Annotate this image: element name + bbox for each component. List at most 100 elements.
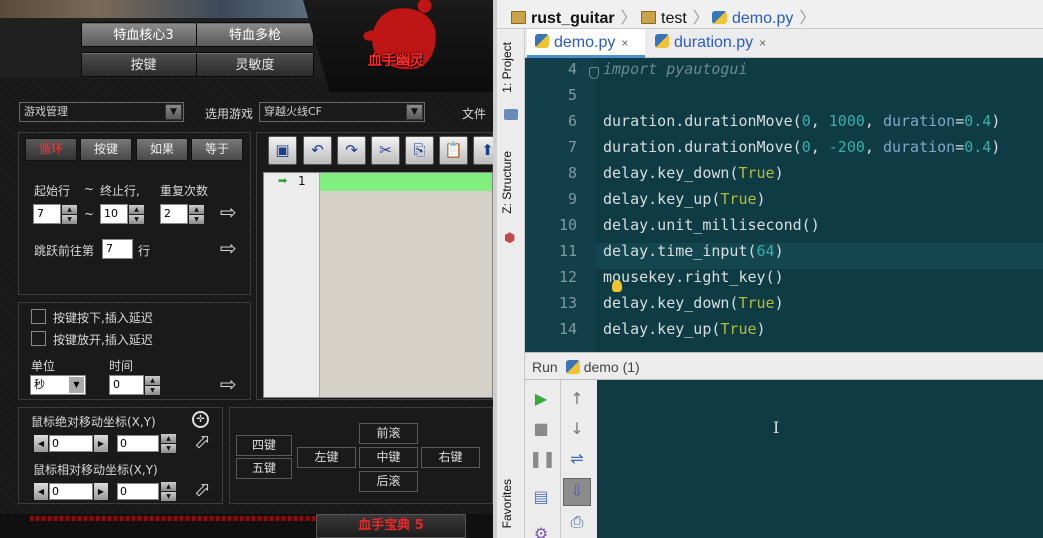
breadcrumb-folder[interactable]: test 〉 xyxy=(641,4,709,28)
pause-icon[interactable]: ❚❚ xyxy=(529,447,556,471)
code-line[interactable]: delay.unit_millisecond() xyxy=(603,216,820,234)
lightbulb-icon[interactable] xyxy=(612,280,622,292)
run-toolbar: ▶ ■ ❚❚ ▤ ⚙ ↑ ↓ ⇌ ⇩ ⎙ xyxy=(525,380,597,538)
rel-x-input[interactable]: 0 xyxy=(49,483,93,500)
unit-dropdown[interactable]: 秒 ▼ xyxy=(30,375,86,395)
code-line[interactable]: delay.key_down(True) xyxy=(603,294,784,312)
insert-rel-move-arrow-icon[interactable]: ⬀ xyxy=(194,479,211,499)
tab-if[interactable]: 如果 xyxy=(136,138,188,161)
code-token: delay.key_down( xyxy=(603,164,739,182)
structure-tool-tab[interactable]: Z: Structure xyxy=(500,151,514,214)
highlighted-line[interactable] xyxy=(320,173,492,191)
arrow-up-icon[interactable]: ↑ xyxy=(565,387,589,411)
footer-stripes xyxy=(30,516,320,521)
jump-line-input[interactable]: 7 xyxy=(102,239,133,259)
code-token: 0.4 xyxy=(964,112,992,130)
code-line[interactable]: duration.durationMove(0, 1000, duration=… xyxy=(603,112,1000,130)
tab-demo-py[interactable]: demo.py × xyxy=(527,29,645,58)
line-number: 11 xyxy=(558,242,577,260)
chevron-down-icon: ▼ xyxy=(406,104,423,120)
stop-icon[interactable]: ■ xyxy=(529,417,553,441)
game-manage-dropdown[interactable]: 游戏管理 ▼ xyxy=(19,102,184,122)
code-line[interactable]: delay.key_up(True) xyxy=(603,190,766,208)
favorites-tool-tab[interactable]: Favorites xyxy=(500,479,514,528)
select-game-dropdown[interactable]: 穿越火线CF ▼ xyxy=(259,102,425,122)
scroll-up-button[interactable]: 前滚 xyxy=(359,423,418,444)
insert-jump-arrow-icon[interactable]: ⇨ xyxy=(220,238,237,258)
soft-wrap-icon[interactable]: ⇌ xyxy=(565,447,589,471)
end-line-stepper[interactable]: ▲ ▼ xyxy=(129,204,144,224)
insert-delay-arrow-icon[interactable]: ⇨ xyxy=(220,374,237,394)
button-4[interactable]: 四键 xyxy=(236,435,292,456)
project-tool-tab[interactable]: 1: Project xyxy=(500,42,514,93)
middle-click-button[interactable]: 中键 xyxy=(359,447,418,468)
breadcrumb-file[interactable]: demo.py 〉 xyxy=(712,4,815,28)
button-5[interactable]: 五键 xyxy=(236,458,292,479)
rerun-icon[interactable]: ▶ xyxy=(529,387,553,411)
fold-marker-icon[interactable] xyxy=(589,67,599,79)
logo-text: 血手幽灵 xyxy=(368,53,424,69)
tab-duration-py[interactable]: duration.py × xyxy=(647,29,795,58)
abs-y-stepper[interactable]: ▲ ▼ xyxy=(161,433,176,453)
end-line-input[interactable]: 10 xyxy=(100,204,128,224)
arrow-down-icon[interactable]: ↓ xyxy=(565,417,589,441)
repeat-count-stepper[interactable]: ▲ ▼ xyxy=(189,204,204,224)
close-icon[interactable]: × xyxy=(759,36,766,50)
code-line[interactable]: delay.key_up(True) xyxy=(603,320,766,338)
code-token: ) xyxy=(774,242,784,260)
tab-loop[interactable]: 循环 xyxy=(25,138,77,161)
tab-equals[interactable]: 等于 xyxy=(191,138,243,161)
paste-icon[interactable]: 📋 xyxy=(439,136,468,165)
code-line[interactable]: mousekey.right_key() xyxy=(603,268,784,286)
print-icon[interactable]: ⎙ xyxy=(565,510,589,534)
start-line-stepper[interactable]: ▲ ▼ xyxy=(62,204,77,224)
dump-threads-icon[interactable]: ▤ xyxy=(529,485,553,509)
right-click-button[interactable]: 右键 xyxy=(421,447,480,468)
scroll-down-button[interactable]: 后滚 xyxy=(359,471,418,492)
tab-keys[interactable]: 按键 xyxy=(81,52,206,77)
start-line-input[interactable]: 7 xyxy=(33,204,61,224)
repeat-count-input[interactable]: 2 xyxy=(160,204,188,224)
code-line[interactable]: delay.time_input(64) xyxy=(603,242,784,260)
file-menu[interactable]: 文件 xyxy=(462,105,486,122)
code-line[interactable]: delay.key_down(True) xyxy=(603,164,784,182)
settings-icon[interactable]: ⚙ xyxy=(529,522,553,538)
folder-icon xyxy=(641,11,656,24)
code-token: 0 xyxy=(801,138,811,156)
rel-y-input[interactable]: 0 xyxy=(117,483,159,500)
crosshair-icon[interactable]: ✛ xyxy=(192,411,209,428)
script-editor[interactable]: ➡ 1 xyxy=(263,172,493,398)
abs-x-input[interactable]: 0 xyxy=(49,435,93,452)
run-console[interactable]: I xyxy=(597,380,1043,538)
close-icon[interactable]: × xyxy=(621,36,628,50)
abs-x-decrease[interactable]: ◀ xyxy=(34,435,48,452)
redo-icon[interactable]: ↷ xyxy=(337,136,366,165)
tab-key[interactable]: 按键 xyxy=(80,138,132,161)
code-line[interactable]: import pyautogui xyxy=(603,60,748,78)
rel-y-stepper[interactable]: ▲ ▼ xyxy=(161,481,176,501)
rel-x-increase[interactable]: ▶ xyxy=(94,483,108,500)
move-up-icon[interactable]: ⬆ xyxy=(473,136,493,165)
cut-icon[interactable]: ✂ xyxy=(371,136,400,165)
abs-x-increase[interactable]: ▶ xyxy=(94,435,108,452)
save-icon[interactable]: ▣ xyxy=(268,136,297,165)
breadcrumb-project[interactable]: rust_guitar 〉 xyxy=(511,4,637,28)
undo-icon[interactable]: ↶ xyxy=(303,136,332,165)
time-stepper[interactable]: ▲ ▼ xyxy=(145,375,160,395)
rel-x-decrease[interactable]: ◀ xyxy=(34,483,48,500)
code-editor[interactable]: 4 import pyautogui 5 6 duration.durationMove… xyxy=(525,58,1043,352)
tab-sensitivity[interactable]: 灵敏度 xyxy=(196,52,314,77)
delay-on-release-checkbox[interactable] xyxy=(31,331,46,346)
time-input[interactable]: 0 xyxy=(109,375,144,395)
copy-icon[interactable]: ⎘ xyxy=(405,136,434,165)
delay-on-press-checkbox[interactable] xyxy=(31,309,46,324)
tab-multi-gun[interactable]: 特血多枪 xyxy=(196,22,314,47)
insert-abs-move-arrow-icon[interactable]: ⬀ xyxy=(194,431,211,451)
abs-y-input[interactable]: 0 xyxy=(117,435,159,452)
line-number: 6 xyxy=(567,112,577,130)
left-click-button[interactable]: 左键 xyxy=(297,447,356,468)
insert-loop-arrow-icon[interactable]: ⇨ xyxy=(220,202,237,222)
code-line[interactable]: duration.durationMove(0, -200, duration=… xyxy=(603,138,1000,156)
tab-core3[interactable]: 特血核心3 xyxy=(81,22,206,47)
scroll-to-end-icon[interactable]: ⇩ xyxy=(563,478,591,506)
